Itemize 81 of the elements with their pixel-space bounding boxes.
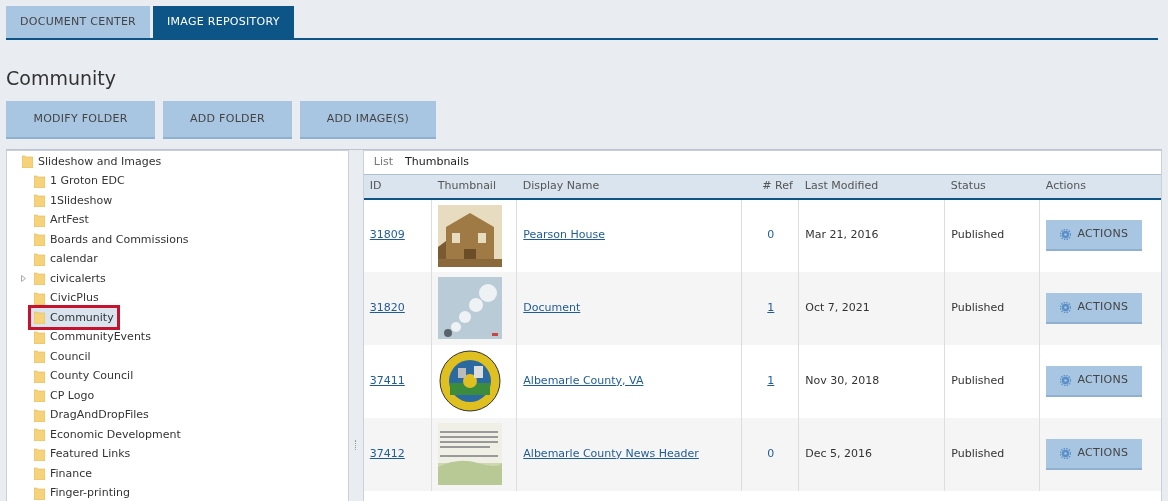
tree-item[interactable]: County Council [31,366,137,386]
folder-icon [34,408,45,422]
status-text: Published [951,228,1005,242]
date-text: Mar 21, 2016 [805,228,879,242]
column-header: # Ref [741,174,799,199]
tree-item[interactable]: Slideshow and Images [19,152,165,172]
folder-icon [34,330,45,344]
folder-icon [34,252,45,266]
folder-icon [34,389,45,403]
gear-icon [1060,447,1072,459]
tree-item[interactable]: Economic Development [31,425,184,445]
tree-item[interactable]: CP Logo [31,386,98,406]
folder-icon [34,428,45,442]
tree-item[interactable]: CommunityEvents [31,327,154,347]
column-header: Thumbnail [431,174,517,199]
tree-item[interactable]: 1 Groton EDC [31,171,128,191]
tree-item[interactable]: Finger-printing [31,483,133,501]
column-header: Display Name [516,174,742,199]
tree-item[interactable]: Featured Links [31,444,134,464]
id-link[interactable]: 31809 [369,228,405,242]
display-name-link[interactable]: Document [523,300,581,314]
splitter-handle[interactable] [354,440,357,450]
id-link[interactable]: 37411 [369,373,405,387]
folder-icon [34,447,45,461]
folder-icon [34,486,45,500]
date-text: Nov 30, 2018 [805,373,880,387]
tab[interactable]: IMAGE REPOSITORY [153,6,294,38]
column-header: Actions [1039,174,1161,199]
toolbar-button[interactable]: MODIFY FOLDER [6,101,155,139]
status-text: Published [951,373,1005,387]
tree-item[interactable]: Community [31,308,117,328]
expand-arrow-icon[interactable] [20,275,26,283]
gear-icon [1060,374,1072,386]
folder-icon [34,350,45,364]
display-name-link[interactable]: Pearson House [523,228,605,242]
ref-count: 0 [767,228,775,242]
date-text: Oct 7, 2021 [805,300,870,314]
date-text: Dec 5, 2016 [805,446,873,460]
display-name-link[interactable]: Albemarle County, VA [523,373,644,387]
folder-icon [34,369,45,383]
tree-item[interactable]: Finance [31,464,96,484]
ref-count-link[interactable]: 1 [767,300,775,314]
page-title: Community [6,66,117,91]
tree-item[interactable]: 1Slideshow [31,191,116,211]
ref-count-link[interactable]: 1 [767,373,775,387]
tree-item[interactable]: Boards and Commissions [31,230,192,250]
column-header: Status [944,174,1040,199]
folder-icon [34,213,45,227]
folder-icon [34,467,45,481]
tree-item[interactable]: ArtFest [31,210,92,230]
actions-button[interactable]: ACTIONS [1046,292,1143,324]
status-text: Published [951,300,1005,314]
toolbar-button[interactable]: ADD IMAGE(S) [300,101,436,139]
id-link[interactable]: 31820 [369,300,405,314]
tree-item[interactable]: Council [31,347,94,367]
tree-item[interactable]: civicalerts [31,269,109,289]
folder-icon [34,272,45,286]
folder-icon [34,194,45,208]
view-tab[interactable]: Thumbnails [401,154,473,171]
actions-button[interactable]: ACTIONS [1046,365,1143,397]
gear-icon [1060,301,1072,313]
actions-button[interactable]: ACTIONS [1046,438,1143,470]
id-link[interactable]: 37412 [369,446,405,460]
display-name-link[interactable]: Albemarle County News Header [523,446,699,460]
column-header: Last Modified [798,174,945,199]
tree-item[interactable]: DragAndDropFiles [31,405,152,425]
tree-item[interactable]: calendar [31,249,101,269]
actions-button[interactable]: ACTIONS [1046,220,1143,251]
ref-count: 0 [767,446,775,460]
folder-icon [34,233,45,247]
folder-icon [34,311,45,325]
view-tab[interactable]: List [371,154,396,171]
folder-icon [34,291,45,305]
gear-icon [1060,229,1072,240]
tab[interactable]: DOCUMENT CENTER [6,6,151,38]
column-header: ID [363,174,432,199]
tree-item[interactable]: CivicPlus [31,288,102,308]
folder-icon [22,155,33,169]
status-text: Published [951,446,1005,460]
folder-icon [34,174,45,188]
toolbar-button[interactable]: ADD FOLDER [163,101,292,139]
